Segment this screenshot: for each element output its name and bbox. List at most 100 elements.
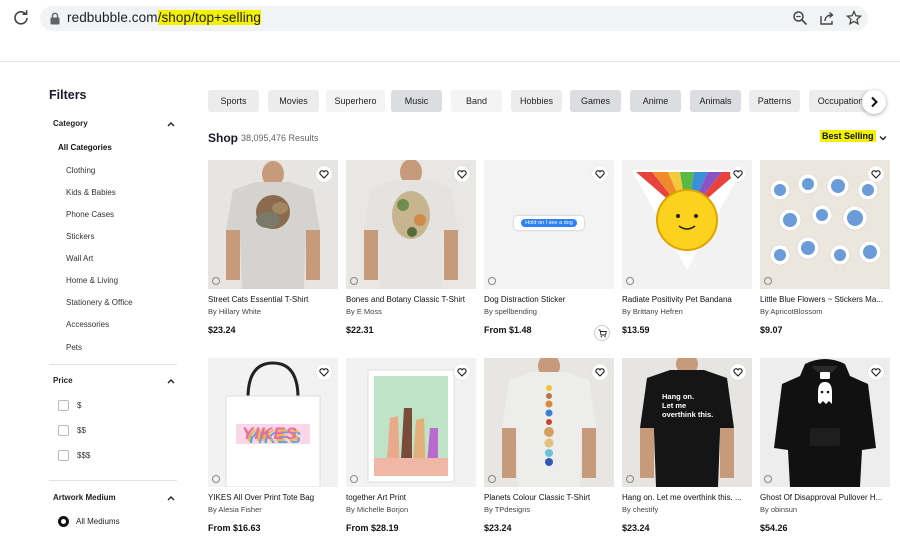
heart-icon[interactable] bbox=[730, 166, 746, 182]
product-title[interactable]: Street Cats Essential T-Shirt bbox=[208, 295, 338, 304]
heart-icon[interactable] bbox=[592, 166, 608, 182]
product-artist[interactable]: By Hillary White bbox=[208, 307, 338, 316]
share-icon[interactable] bbox=[819, 10, 835, 26]
medium-option-all[interactable]: All Mediums bbox=[58, 516, 120, 527]
pill-music[interactable]: Music bbox=[391, 90, 442, 112]
chevron-up-icon[interactable] bbox=[167, 378, 175, 384]
price-heading[interactable]: Price bbox=[53, 376, 73, 385]
product-title[interactable]: YIKES All Over Print Tote Bag bbox=[208, 493, 338, 502]
product-title[interactable]: Hang on. Let me overthink this. ... bbox=[622, 493, 752, 502]
product-artist[interactable]: By Michelle Borjon bbox=[346, 505, 476, 514]
heart-icon[interactable] bbox=[454, 166, 470, 182]
category-phone-cases[interactable]: Phone Cases bbox=[66, 210, 114, 219]
info-icon[interactable] bbox=[350, 277, 358, 285]
info-icon[interactable] bbox=[212, 475, 220, 483]
pill-patterns[interactable]: Patterns bbox=[749, 90, 800, 112]
checkbox[interactable] bbox=[58, 425, 69, 436]
radio-selected[interactable] bbox=[58, 516, 69, 527]
product-card[interactable]: Hold on I see a dog Dog Distraction Stic… bbox=[484, 160, 614, 341]
pill-hobbies[interactable]: Hobbies bbox=[511, 90, 562, 112]
category-stickers[interactable]: Stickers bbox=[66, 232, 94, 241]
product-card[interactable]: together Art Print By Michelle Borjon Fr… bbox=[346, 358, 476, 533]
heart-icon[interactable] bbox=[868, 364, 884, 380]
info-icon[interactable] bbox=[764, 475, 772, 483]
pills-next-button[interactable] bbox=[862, 90, 886, 114]
product-artist[interactable]: By obinsun bbox=[760, 505, 890, 514]
category-home-living[interactable]: Home & Living bbox=[66, 276, 118, 285]
add-to-cart-button[interactable] bbox=[594, 325, 610, 341]
heart-icon[interactable] bbox=[730, 364, 746, 380]
zoom-icon[interactable] bbox=[792, 10, 808, 26]
info-icon[interactable] bbox=[488, 277, 496, 285]
product-image[interactable] bbox=[346, 160, 476, 289]
category-accessories[interactable]: Accessories bbox=[66, 320, 109, 329]
product-artist[interactable]: By chestify bbox=[622, 505, 752, 514]
product-title[interactable]: Dog Distraction Sticker bbox=[484, 295, 614, 304]
product-image[interactable] bbox=[622, 160, 752, 289]
product-artist[interactable]: By TPdesigns bbox=[484, 505, 614, 514]
pill-sports[interactable]: Sports bbox=[208, 90, 259, 112]
product-artist[interactable]: By spellbending bbox=[484, 307, 614, 316]
address-bar[interactable]: redbubble.com/shop/top+selling bbox=[40, 6, 868, 31]
checkbox[interactable] bbox=[58, 450, 69, 461]
info-icon[interactable] bbox=[350, 475, 358, 483]
artwork-medium-heading[interactable]: Artwork Medium bbox=[53, 493, 116, 502]
product-card[interactable]: Little Blue Flowers ~ Stickers Ma... By … bbox=[760, 160, 890, 335]
chevron-down-icon[interactable] bbox=[879, 135, 887, 141]
product-artist[interactable]: By Alesia Fisher bbox=[208, 505, 338, 514]
product-title[interactable]: Ghost Of Disapproval Pullover H... bbox=[760, 493, 890, 502]
product-image[interactable] bbox=[484, 358, 614, 487]
heart-icon[interactable] bbox=[316, 364, 332, 380]
product-title[interactable]: together Art Print bbox=[346, 493, 476, 502]
product-card[interactable]: Hang on. Let me overthink this. Hang on.… bbox=[622, 358, 752, 533]
info-icon[interactable] bbox=[764, 277, 772, 285]
product-title[interactable]: Radiate Positivity Pet Bandana bbox=[622, 295, 752, 304]
heart-icon[interactable] bbox=[454, 364, 470, 380]
product-image[interactable]: Hang on. Let me overthink this. bbox=[622, 358, 752, 487]
category-stationery-office[interactable]: Stationery & Office bbox=[66, 298, 133, 307]
product-image[interactable]: YIKES bbox=[208, 358, 338, 487]
product-card[interactable]: YIKES YIKES All Over Print Tote Bag By A… bbox=[208, 358, 338, 533]
product-card[interactable]: Bones and Botany Classic T-Shirt By E Mo… bbox=[346, 160, 476, 335]
product-card[interactable]: Planets Colour Classic T-Shirt By TPdesi… bbox=[484, 358, 614, 533]
product-title[interactable]: Little Blue Flowers ~ Stickers Ma... bbox=[760, 295, 890, 304]
category-wall-art[interactable]: Wall Art bbox=[66, 254, 93, 263]
pill-games[interactable]: Games bbox=[570, 90, 621, 112]
product-artist[interactable]: By E Moss bbox=[346, 307, 476, 316]
category-pets[interactable]: Pets bbox=[66, 343, 82, 352]
product-title[interactable]: Bones and Botany Classic T-Shirt bbox=[346, 295, 476, 304]
pill-superhero[interactable]: Superhero bbox=[326, 90, 385, 112]
category-all[interactable]: All Categories bbox=[58, 143, 112, 152]
category-clothing[interactable]: Clothing bbox=[66, 166, 95, 175]
info-icon[interactable] bbox=[626, 475, 634, 483]
product-artist[interactable]: By Brittany Hefren bbox=[622, 307, 752, 316]
pill-band[interactable]: Band bbox=[451, 90, 502, 112]
product-card[interactable]: Street Cats Essential T-Shirt By Hillary… bbox=[208, 160, 338, 335]
product-artist[interactable]: By ApricotBlossom bbox=[760, 307, 890, 316]
pill-anime[interactable]: Anime bbox=[630, 90, 681, 112]
heart-icon[interactable] bbox=[316, 166, 332, 182]
product-image[interactable] bbox=[208, 160, 338, 289]
heart-icon[interactable] bbox=[592, 364, 608, 380]
product-image[interactable] bbox=[760, 358, 890, 487]
chevron-up-icon[interactable] bbox=[167, 121, 175, 127]
info-icon[interactable] bbox=[626, 277, 634, 285]
product-card[interactable]: Radiate Positivity Pet Bandana By Britta… bbox=[622, 160, 752, 335]
product-image[interactable]: Hold on I see a dog bbox=[484, 160, 614, 289]
info-icon[interactable] bbox=[488, 475, 496, 483]
price-option-high[interactable]: $$$ bbox=[58, 450, 90, 461]
chevron-up-icon[interactable] bbox=[167, 495, 175, 501]
pill-movies[interactable]: Movies bbox=[268, 90, 319, 112]
pill-occupation[interactable]: Occupation bbox=[809, 90, 868, 112]
product-image[interactable] bbox=[760, 160, 890, 289]
pill-animals[interactable]: Animals bbox=[690, 90, 741, 112]
checkbox[interactable] bbox=[58, 400, 69, 411]
product-card[interactable]: Ghost Of Disapproval Pullover H... By ob… bbox=[760, 358, 890, 533]
star-icon[interactable] bbox=[846, 10, 862, 26]
sort-dropdown[interactable]: Best Selling bbox=[820, 130, 876, 142]
info-icon[interactable] bbox=[212, 277, 220, 285]
product-image[interactable] bbox=[346, 358, 476, 487]
product-title[interactable]: Planets Colour Classic T-Shirt bbox=[484, 493, 614, 502]
price-option-low[interactable]: $ bbox=[58, 400, 81, 411]
price-option-mid[interactable]: $$ bbox=[58, 425, 86, 436]
